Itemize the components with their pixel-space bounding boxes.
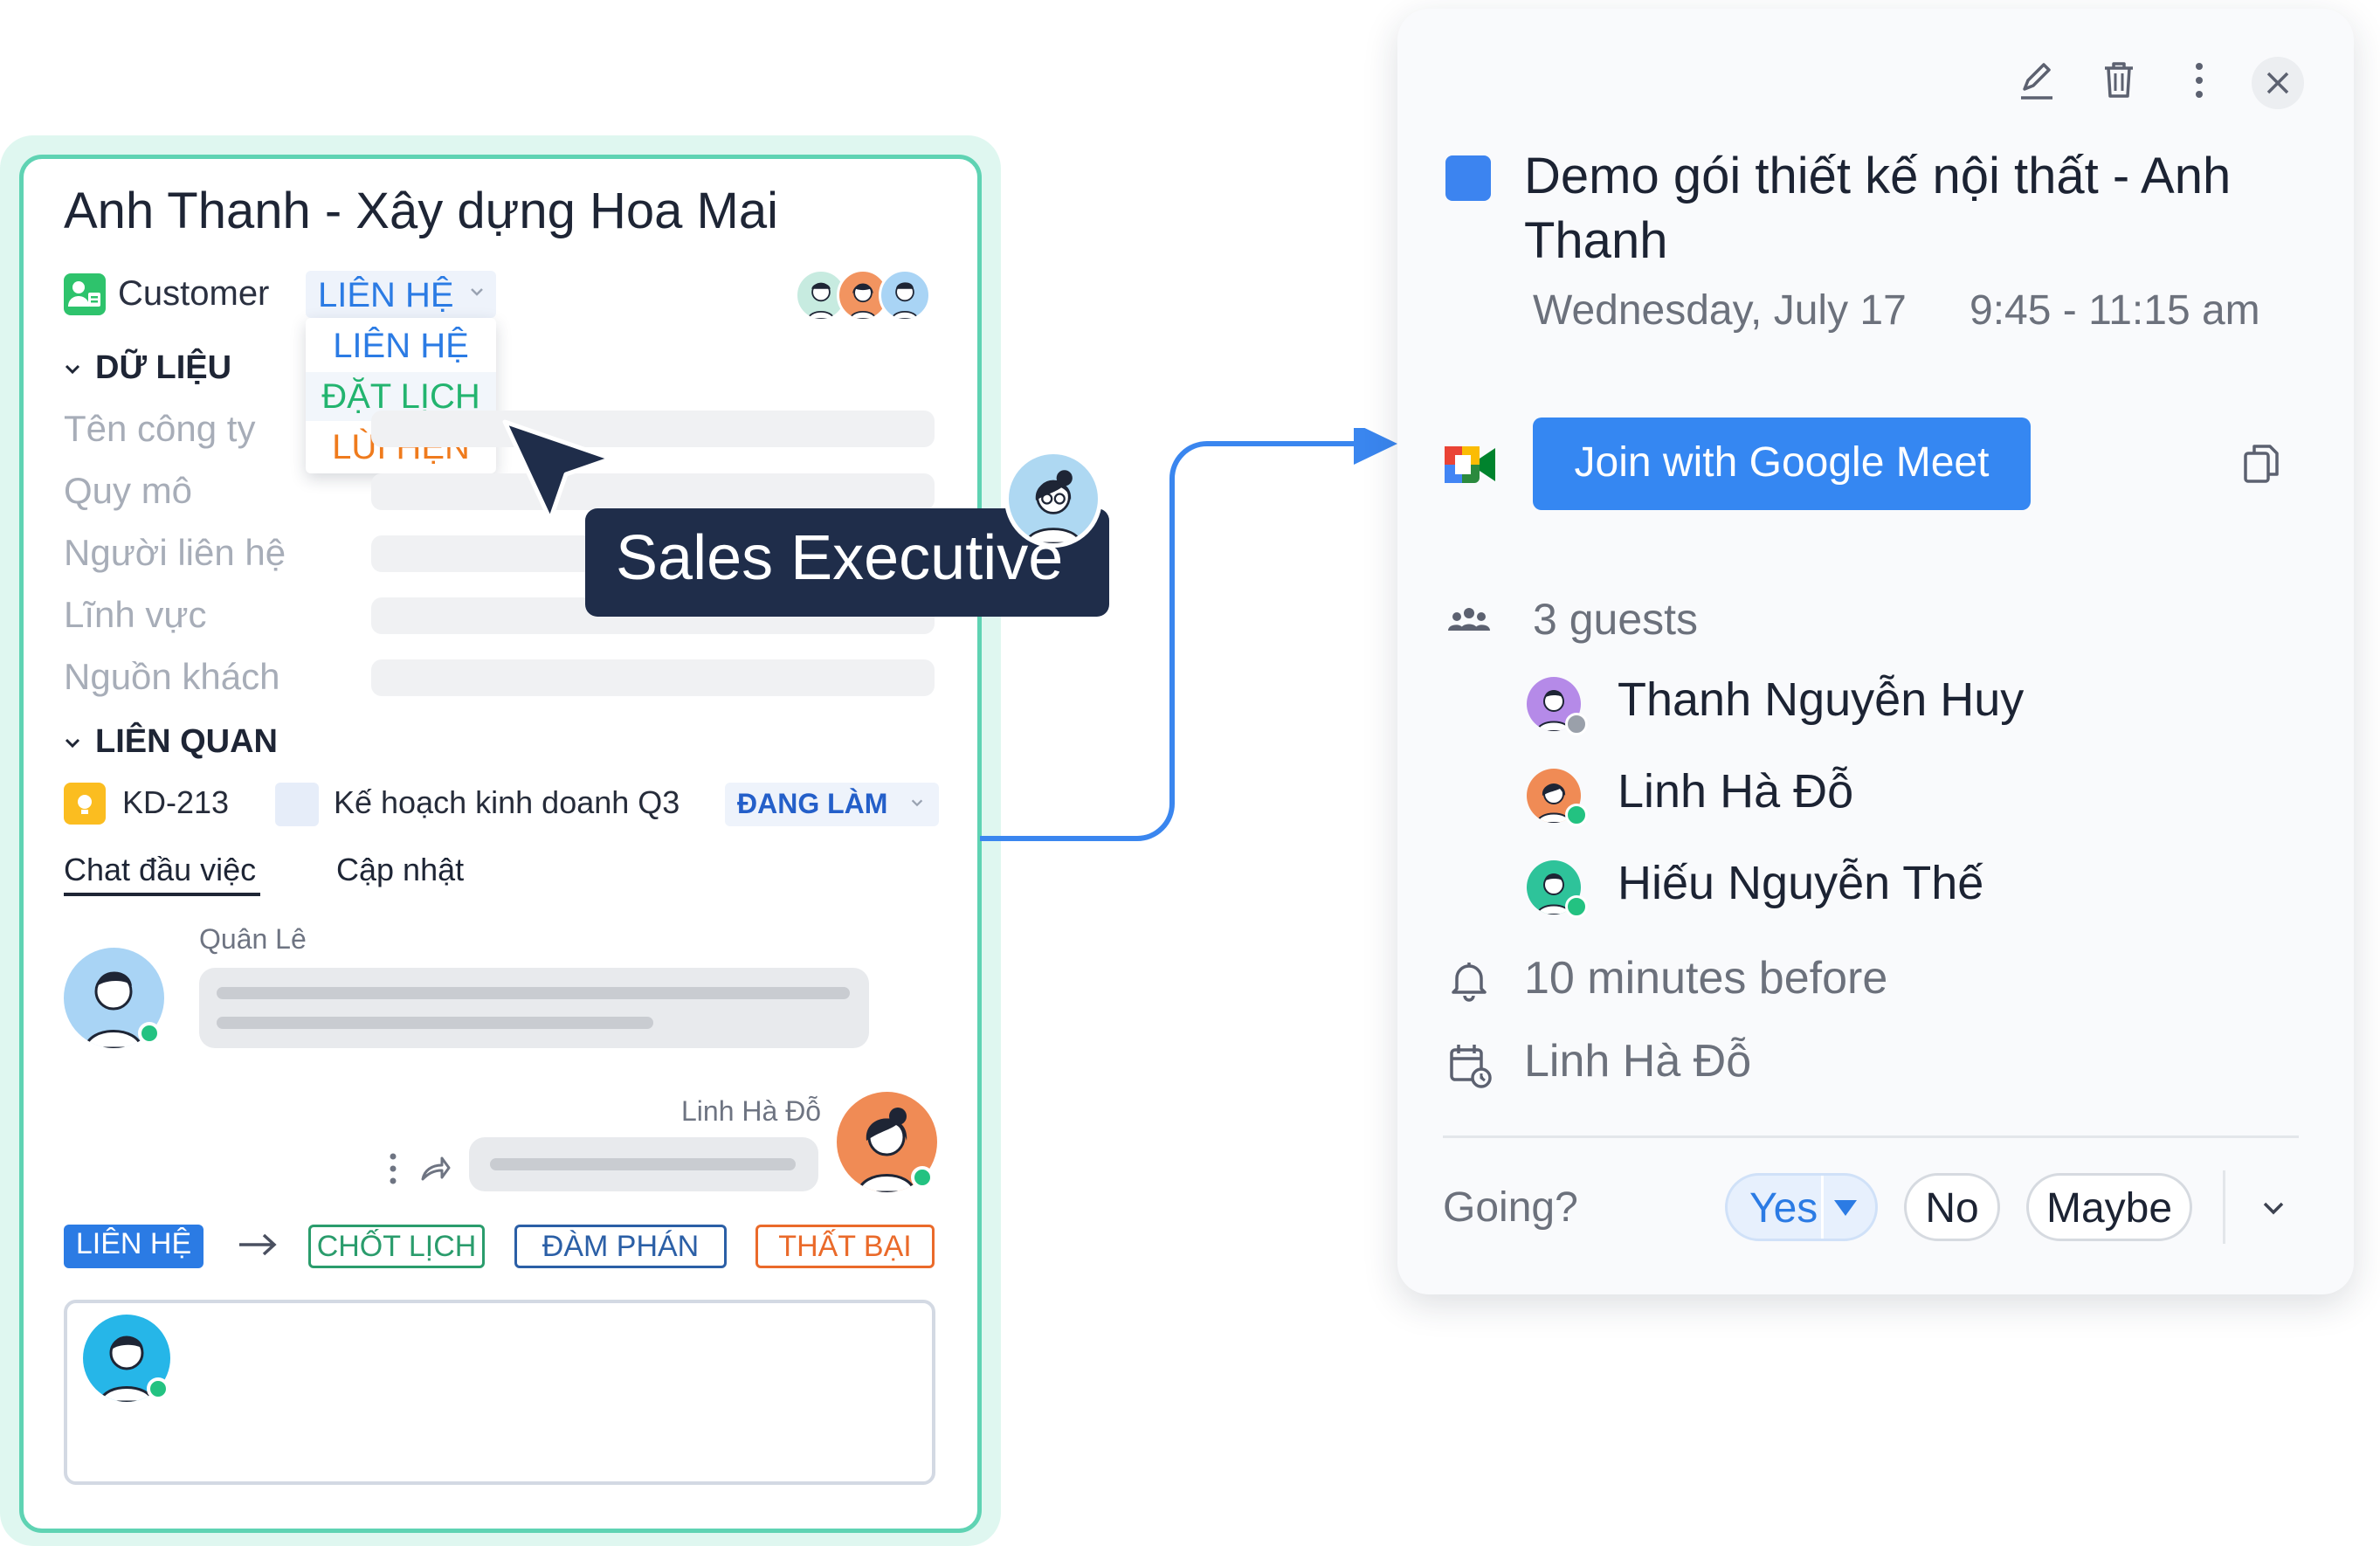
section-du-lieu[interactable]: DỮ LIỆU — [64, 349, 231, 387]
calendar-user-icon — [1450, 1045, 1492, 1088]
rsvp-no-button[interactable]: No — [1904, 1173, 2000, 1241]
message-author: Linh Hà Đỗ — [681, 1095, 822, 1127]
task-status-value: ĐANG LÀM — [737, 788, 888, 819]
stage-lien-he[interactable]: LIÊN HỆ — [64, 1225, 204, 1268]
event-color-square — [1445, 155, 1491, 201]
arrow-right-icon — [239, 1233, 277, 1256]
close-button[interactable] — [2252, 57, 2304, 109]
copy-icon[interactable] — [2240, 441, 2282, 487]
guest-name: Linh Hà Đỗ — [1618, 765, 1854, 818]
rsvp-yes-button[interactable]: Yes — [1725, 1173, 1878, 1241]
section-lien-quan-label: LIÊN QUAN — [95, 723, 278, 760]
task-status-select[interactable]: ĐANG LÀM — [725, 783, 939, 826]
rsvp-maybe-label: Maybe — [2045, 1185, 2173, 1232]
message-bubble — [469, 1137, 818, 1191]
field-label-industry: Lĩnh vực — [64, 594, 207, 635]
field-label-company: Tên công ty — [64, 408, 256, 449]
rsvp-maybe-button[interactable]: Maybe — [2026, 1173, 2192, 1241]
rsvp-yes-label: Yes — [1749, 1185, 1818, 1232]
tab-active-indicator — [64, 893, 260, 896]
event-organizer: Linh Hà Đỗ — [1524, 1036, 1752, 1087]
online-status-dot — [911, 1166, 934, 1189]
chevron-down-icon — [65, 364, 80, 375]
customer-icon — [64, 273, 106, 315]
going-label: Going? — [1443, 1184, 1578, 1231]
field-company-input[interactable] — [371, 411, 935, 447]
guests-icon — [1448, 608, 1490, 631]
guest-accepted-icon — [1565, 804, 1588, 826]
rsvp-yes-separator — [1821, 1176, 1824, 1239]
comment-composer[interactable] — [64, 1300, 935, 1485]
field-source-input[interactable] — [371, 659, 935, 696]
edit-icon[interactable] — [2014, 58, 2059, 103]
status-select[interactable]: LIÊN HỆ — [306, 271, 496, 318]
status-select-value: LIÊN HỆ — [318, 276, 454, 314]
more-vertical-icon[interactable] — [2176, 58, 2222, 103]
google-meet-icon — [1445, 446, 1495, 483]
chevron-down-icon — [911, 799, 923, 807]
guest-name: Hiếu Nguyễn Thế — [1618, 857, 1984, 909]
stage-that-bai[interactable]: THẤT BẠI — [755, 1225, 935, 1268]
card-title: Anh Thanh - Xây dựng Hoa Mai — [64, 183, 779, 239]
online-status-dot — [147, 1377, 169, 1400]
divider — [2223, 1170, 2225, 1244]
assignee-avatars[interactable] — [795, 269, 935, 321]
chevron-down-icon — [65, 738, 80, 749]
field-label-size: Quy mô — [64, 470, 193, 511]
tab-chat[interactable]: Chat đầu việc — [64, 852, 256, 888]
task-code[interactable]: KD-213 — [122, 784, 229, 821]
stage-dam-phan[interactable]: ĐÀM PHÁN — [514, 1225, 727, 1268]
share-icon[interactable] — [417, 1151, 452, 1186]
avatar — [879, 269, 931, 321]
trash-icon[interactable] — [2096, 58, 2142, 103]
event-time: 9:45 - 11:15 am — [1970, 287, 2260, 334]
close-icon — [2266, 72, 2289, 94]
task-name[interactable]: Kế hoạch kinh doanh Q3 — [334, 784, 680, 821]
guest-accepted-icon — [1565, 895, 1588, 918]
event-title: Demo gói thiết kế nội thất - Anh Thanh — [1524, 148, 2232, 269]
task-checkbox[interactable] — [275, 783, 319, 826]
join-google-meet-label: Join with Google Meet — [1574, 439, 1990, 486]
lightbulb-icon — [64, 783, 106, 825]
status-option-lien-he[interactable]: LIÊN HỆ — [306, 321, 496, 370]
field-label-source: Nguồn khách — [64, 656, 280, 697]
join-google-meet-button[interactable]: Join with Google Meet — [1533, 418, 2031, 510]
status-dropdown: LIÊN HỆ ĐẶT LỊCH LÙI HẸN — [306, 318, 496, 473]
caret-down-icon[interactable] — [1831, 1195, 1860, 1221]
message-author: Quân Lê — [199, 923, 307, 955]
customer-label: Customer — [118, 274, 270, 313]
guests-count: 3 guests — [1533, 595, 1699, 644]
tab-updates[interactable]: Cập nhật — [336, 852, 464, 888]
event-reminder: 10 minutes before — [1524, 953, 1888, 1004]
field-size-input[interactable] — [371, 473, 935, 510]
message-bubble — [199, 968, 869, 1048]
chevron-down-icon — [471, 288, 483, 296]
event-date: Wednesday, July 17 — [1533, 287, 1907, 334]
section-du-lieu-label: DỮ LIỆU — [95, 349, 232, 386]
field-label-contact: Người liên hệ — [64, 532, 286, 573]
rsvp-no-label: No — [1925, 1185, 1979, 1232]
guest-name: Thanh Nguyễn Huy — [1618, 673, 2025, 726]
more-vertical-icon[interactable] — [384, 1151, 402, 1186]
online-status-dot — [138, 1022, 161, 1045]
section-lien-quan[interactable]: LIÊN QUAN — [64, 723, 278, 761]
bell-icon — [1452, 963, 1487, 1002]
divider — [1443, 1135, 2299, 1138]
chevron-down-icon[interactable] — [2258, 1192, 2289, 1224]
connector-arrow — [980, 428, 1397, 841]
stage-chot-lich[interactable]: CHỐT LỊCH — [308, 1225, 485, 1268]
guest-status-icon — [1565, 713, 1588, 735]
